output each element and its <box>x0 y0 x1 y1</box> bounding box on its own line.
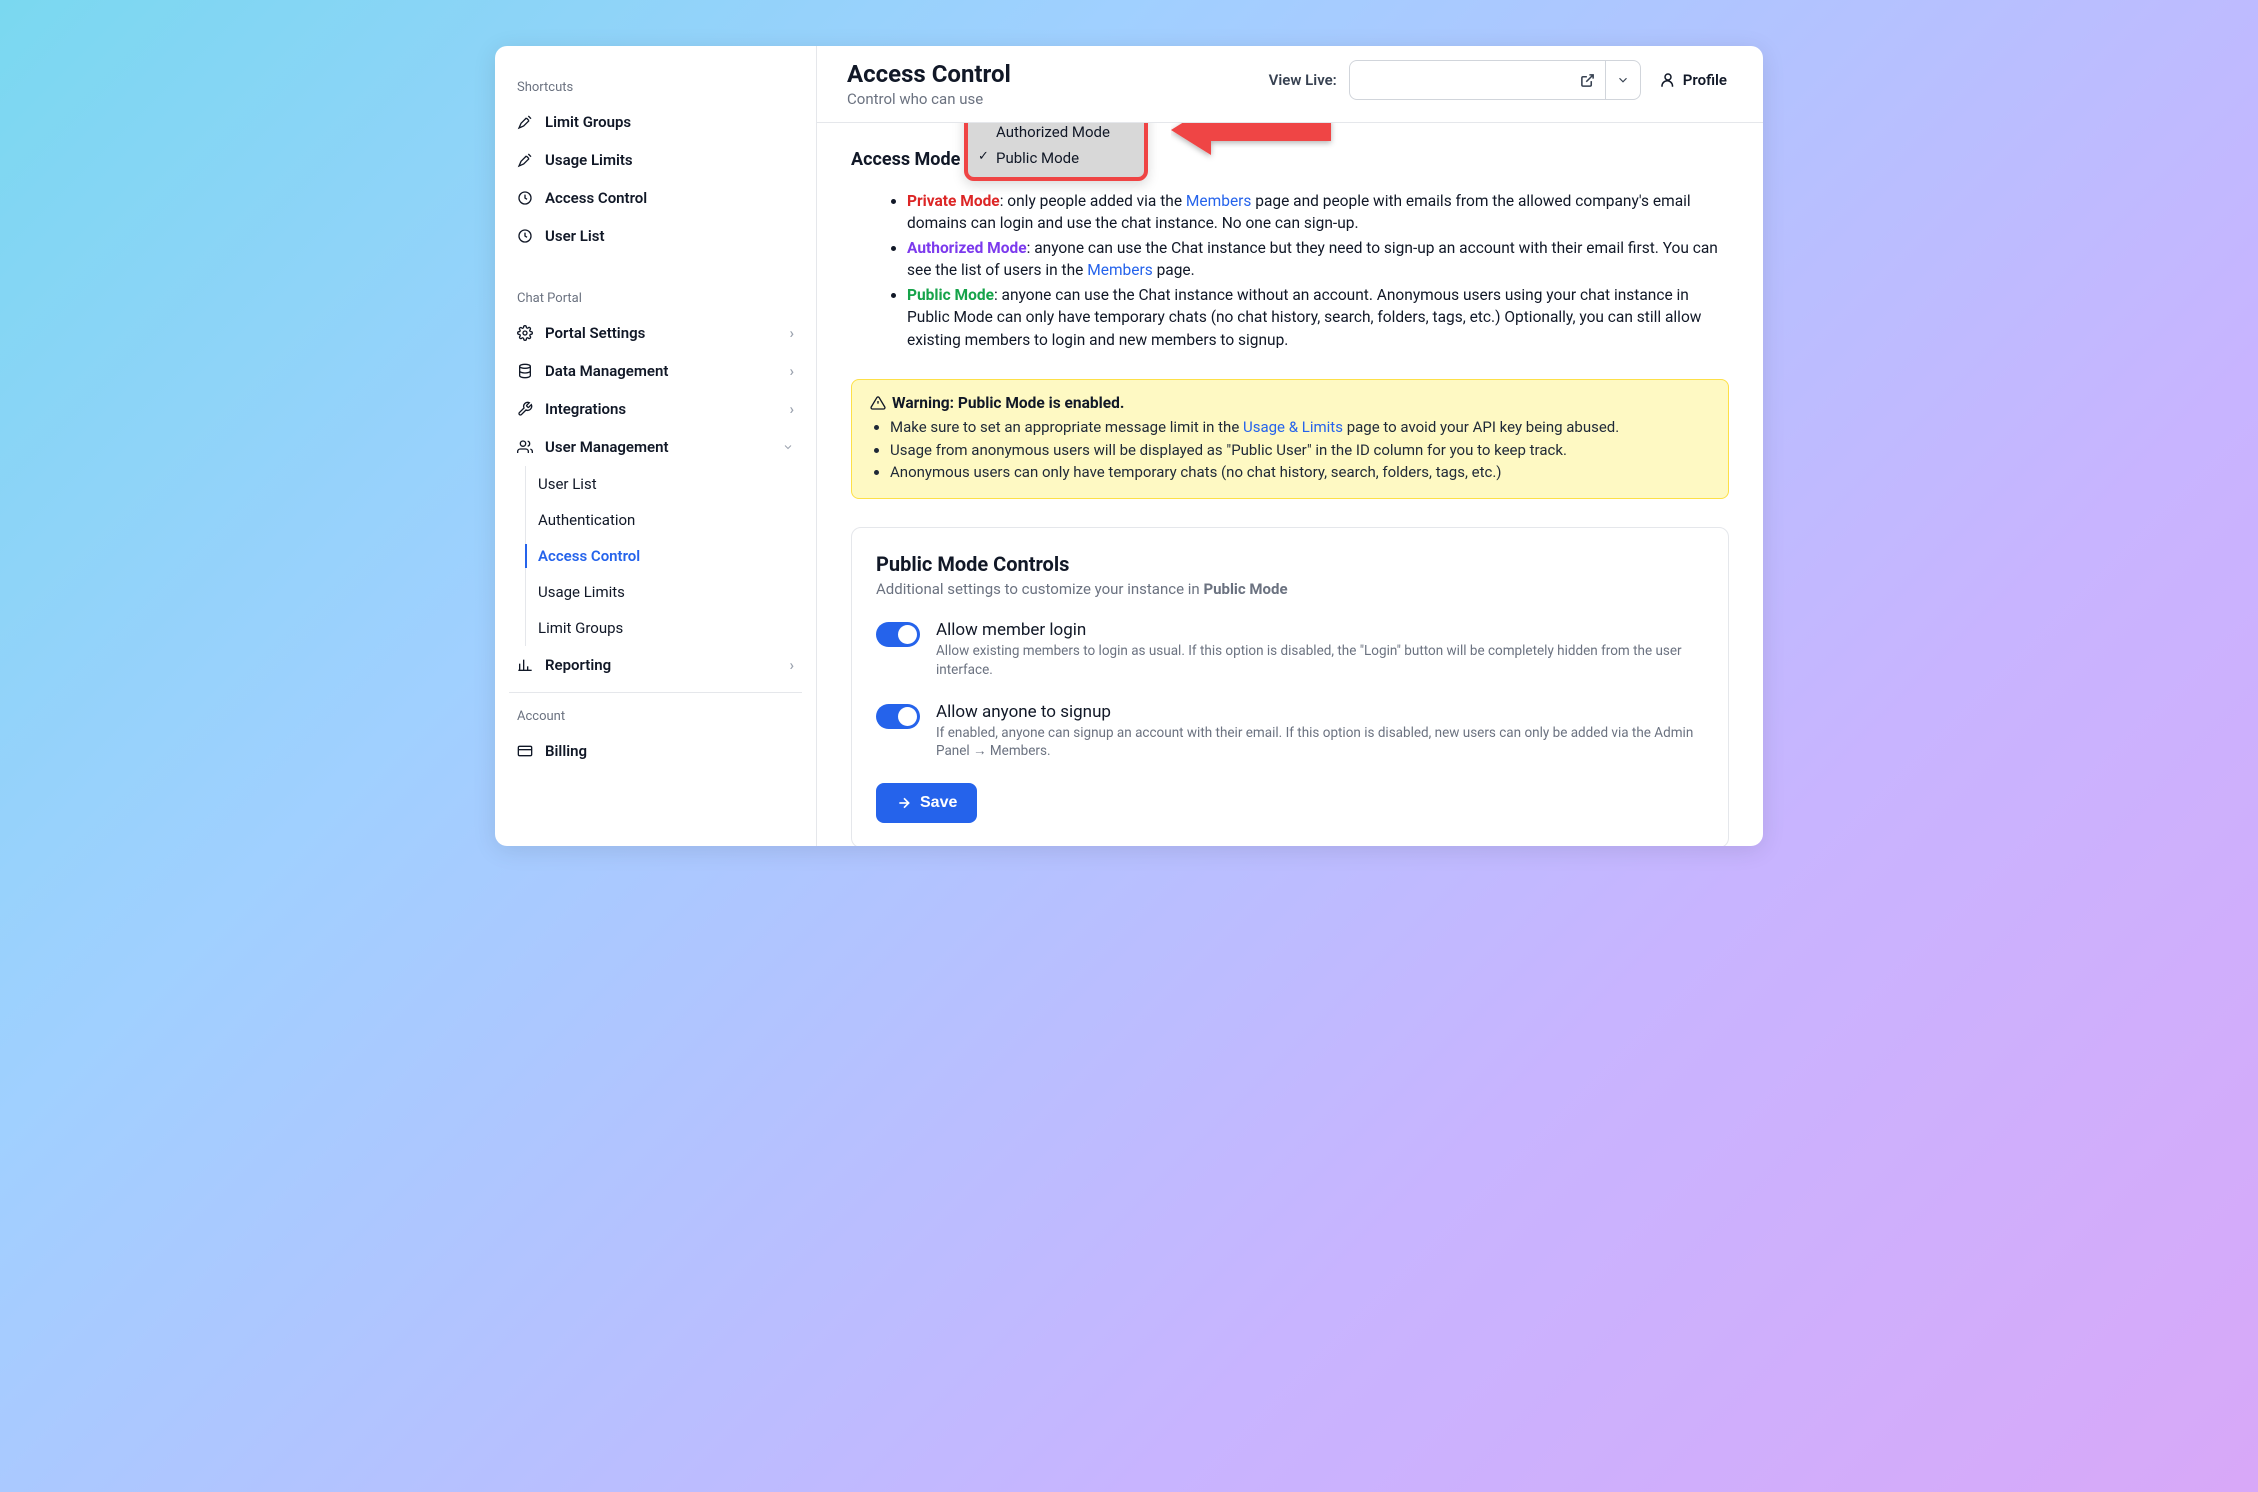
annotation-arrow <box>1171 123 1341 165</box>
members-link[interactable]: Members <box>1087 261 1153 279</box>
sidebar-item-data-management[interactable]: Data Management › <box>505 352 806 390</box>
sidebar-section-shortcuts: Shortcuts <box>505 72 806 103</box>
mode-descriptions: Private Mode: only people added via the … <box>851 190 1729 351</box>
toggle-allow-member-login: Allow member login Allow existing member… <box>876 620 1704 680</box>
warning-item: Make sure to set an appropriate message … <box>890 416 1710 439</box>
view-live-label: View Live: <box>1269 71 1337 89</box>
sidebar-sub-access-control[interactable]: Access Control <box>526 538 806 574</box>
sidebar-sub-usage-limits[interactable]: Usage Limits <box>526 574 806 610</box>
warning-title: Warning: Public Mode is enabled. <box>870 394 1710 412</box>
sidebar-section-account: Account <box>505 701 806 732</box>
sidebar-item-reporting[interactable]: Reporting › <box>505 646 806 684</box>
pin-icon <box>517 114 533 130</box>
clock-icon <box>517 228 533 244</box>
user-icon <box>1659 71 1677 89</box>
sidebar-item-usage-limits[interactable]: Usage Limits <box>505 141 806 179</box>
open-external-icon[interactable] <box>1570 61 1605 99</box>
label-private: Private Mode <box>907 192 1000 210</box>
dropdown-item-authorized[interactable]: Authorized Mode <box>978 123 1134 145</box>
topbar: Access Control Control who can use View … <box>817 46 1763 123</box>
sidebar-item-label: Limit Groups <box>545 113 631 131</box>
page-subtitle: Control who can use <box>847 90 1249 108</box>
warning-box: Warning: Public Mode is enabled. Make su… <box>851 379 1729 499</box>
main: Access Control Control who can use View … <box>817 46 1763 846</box>
chevron-right-icon: › <box>789 400 794 418</box>
arrow-right-icon <box>896 795 912 811</box>
toggle-switch[interactable] <box>876 704 920 729</box>
access-mode-label: Access Mode <box>851 149 960 170</box>
chart-icon <box>517 657 533 673</box>
dropdown-item-public[interactable]: Public Mode <box>978 145 1134 171</box>
app-window: Shortcuts Limit Groups Usage Limits Acce… <box>495 46 1763 846</box>
usage-limits-link[interactable]: Usage & Limits <box>1243 418 1343 436</box>
warning-item: Anonymous users can only have temporary … <box>890 461 1710 484</box>
save-button[interactable]: Save <box>876 783 977 823</box>
toggle-description: Allow existing members to login as usual… <box>936 642 1704 680</box>
sidebar-sub-user-management: User List Authentication Access Control … <box>525 466 806 646</box>
sidebar-item-label: Billing <box>545 742 587 760</box>
chevron-down-icon[interactable] <box>1605 61 1640 99</box>
sidebar-item-label: Integrations <box>545 400 626 418</box>
sidebar-sub-limit-groups[interactable]: Limit Groups <box>526 610 806 646</box>
topbar-left: Access Control Control who can use <box>847 60 1249 108</box>
profile-button[interactable]: Profile <box>1653 65 1733 95</box>
sidebar-item-integrations[interactable]: Integrations › <box>505 390 806 428</box>
desc-public: Public Mode: anyone can use the Chat ins… <box>907 284 1729 351</box>
warning-icon <box>870 395 886 411</box>
content: Access Mode Private Mode Authorized Mode… <box>817 123 1763 846</box>
sidebar-item-billing[interactable]: Billing <box>505 732 806 770</box>
users-icon <box>517 439 533 455</box>
card-icon <box>517 743 533 759</box>
sidebar-item-label: Reporting <box>545 656 611 674</box>
chevron-right-icon: › <box>789 362 794 380</box>
warning-list: Make sure to set an appropriate message … <box>870 416 1710 484</box>
profile-label: Profile <box>1683 71 1727 89</box>
sidebar-divider <box>509 692 802 693</box>
sidebar-item-label: User List <box>545 227 605 245</box>
sidebar-item-user-management[interactable]: User Management <box>505 428 806 466</box>
sidebar-item-portal-settings[interactable]: Portal Settings › <box>505 314 806 352</box>
warning-item: Usage from anonymous users will be displ… <box>890 439 1710 462</box>
sidebar-item-user-list-shortcut[interactable]: User List <box>505 217 806 255</box>
card-title: Public Mode Controls <box>876 552 1704 576</box>
toggle-title: Allow anyone to signup <box>936 702 1704 722</box>
database-icon <box>517 363 533 379</box>
sidebar-item-access-control-shortcut[interactable]: Access Control <box>505 179 806 217</box>
sidebar-item-label: Access Control <box>545 189 647 207</box>
members-link[interactable]: Members <box>1186 192 1252 210</box>
sidebar-item-label: Usage Limits <box>545 151 633 169</box>
public-mode-controls-card: Public Mode Controls Additional settings… <box>851 527 1729 846</box>
label-authorized: Authorized Mode <box>907 239 1027 257</box>
clock-icon <box>517 190 533 206</box>
page-title: Access Control <box>847 60 1249 88</box>
sidebar-item-limit-groups[interactable]: Limit Groups <box>505 103 806 141</box>
toggle-allow-signup: Allow anyone to signup If enabled, anyon… <box>876 702 1704 762</box>
topbar-right: View Live: Profile <box>1269 60 1733 100</box>
toggle-title: Allow member login <box>936 620 1704 640</box>
sidebar-sub-user-list[interactable]: User List <box>526 466 806 502</box>
chevron-down-icon <box>782 441 794 453</box>
access-mode-row: Access Mode Private Mode Authorized Mode… <box>851 149 1729 170</box>
sidebar: Shortcuts Limit Groups Usage Limits Acce… <box>495 46 817 846</box>
toggle-switch[interactable] <box>876 622 920 647</box>
desc-authorized: Authorized Mode: anyone can use the Chat… <box>907 237 1729 282</box>
sidebar-item-label: Portal Settings <box>545 324 645 342</box>
url-input-group <box>1349 60 1641 100</box>
gear-icon <box>517 325 533 341</box>
access-mode-dropdown: Private Mode Authorized Mode Public Mode <box>964 123 1148 181</box>
sidebar-sub-authentication[interactable]: Authentication <box>526 502 806 538</box>
sidebar-section-chat-portal: Chat Portal <box>505 283 806 314</box>
url-input[interactable] <box>1350 72 1570 88</box>
toggle-description: If enabled, anyone can signup an account… <box>936 724 1704 762</box>
tools-icon <box>517 401 533 417</box>
chevron-right-icon: › <box>789 324 794 342</box>
sidebar-item-label: User Management <box>545 438 669 456</box>
chevron-right-icon: › <box>789 656 794 674</box>
card-subtitle: Additional settings to customize your in… <box>876 580 1704 598</box>
label-public: Public Mode <box>907 286 994 304</box>
sidebar-item-label: Data Management <box>545 362 668 380</box>
desc-private: Private Mode: only people added via the … <box>907 190 1729 235</box>
pin-icon <box>517 152 533 168</box>
